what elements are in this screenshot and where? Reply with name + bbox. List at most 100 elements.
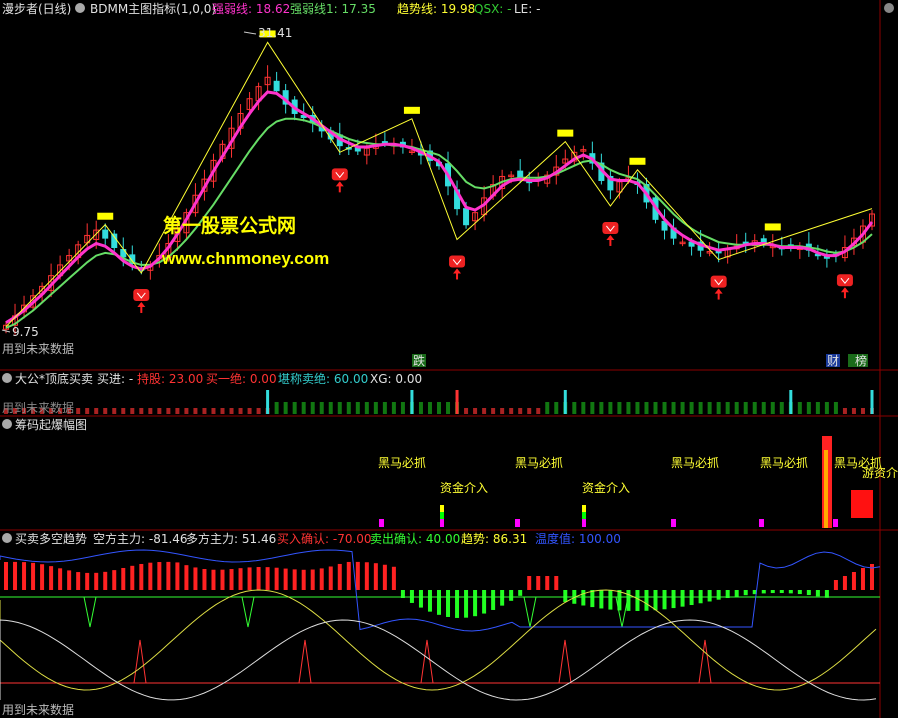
trend-bar [256,567,261,590]
hold-bar [85,408,90,414]
chip-bar [379,519,384,527]
indicator-settings-icon[interactable] [75,3,85,13]
trend-bar [842,576,847,590]
hold-bar [725,402,730,414]
hold-bar [761,402,766,414]
hold-bar [220,408,225,414]
funds-bar [440,519,444,527]
trend-line-value: 趋势线: 19.98 [397,2,475,16]
panel2-xg: XG: 0.00 [370,372,422,386]
hold-bar [283,402,288,414]
hot-money-label: 游资介入 [862,466,898,480]
hold-bar [770,402,775,414]
candle-body [273,80,280,92]
buy-arrowhead [714,288,723,294]
hold-bar [608,402,613,414]
hold-bar [247,408,252,414]
trend-bar [274,567,279,590]
chip-bar [515,519,520,527]
trend-bar [455,590,460,618]
trend-bar [103,571,108,590]
trend-bar [337,563,342,590]
buy-gem-icon [836,274,853,287]
trend-bar [328,566,333,590]
panel4-settings-icon[interactable] [2,533,12,543]
hold-bar [274,402,279,414]
hold-bar [328,402,333,414]
hold-bar [860,408,865,414]
panel2-name[interactable]: 大公*顶底买卖 [15,371,93,386]
trend-bar [220,569,225,590]
hold-bar [518,408,523,414]
trend-bar [437,590,441,615]
tag-die: 跌 [413,353,425,368]
panel3-settings-icon[interactable] [2,419,12,429]
trend-bar [527,576,532,590]
trend-bar [545,576,550,590]
panel3-name[interactable]: 筹码起爆幅图 [15,417,87,432]
trend-bar [409,590,414,603]
hold-bar [166,408,171,414]
funds-bar [582,512,586,519]
hold-bar [175,408,180,414]
hold-bar [509,408,514,414]
chip-bar [759,519,764,527]
buy-spike [558,639,572,684]
hold-bar [833,402,838,414]
trend-bar [491,590,496,610]
stock-name[interactable]: 漫步者(日线) [2,2,71,16]
indicator-name[interactable]: BDMM主图指标(1,0,0) [90,1,216,16]
trend-bar [518,590,523,596]
hold-bar [707,402,712,414]
hold-bar [482,408,487,414]
hold-bar [391,402,396,414]
hold-bar [689,402,694,414]
panel3-signals: 黑马必抓 黑马必抓 黑马必抓 黑马必抓 黑马必抓 资金介入 资金介入 游资介入 [378,436,898,528]
trend-bar [166,561,171,590]
trend-bar [49,566,54,590]
trend-bar [265,567,270,590]
hold-bar [626,402,631,414]
trend-bar [680,590,685,607]
hold-bar [671,402,676,414]
buy-arrowhead [137,301,146,307]
hold-bar [400,402,405,414]
hold-bar [130,408,135,414]
candle-body [102,229,109,239]
hold-bar [355,402,360,414]
panel4-name[interactable]: 买卖多空趋势 [15,532,87,546]
trend-bar [310,569,315,590]
hold-bar [527,408,532,414]
hold-bar [599,402,604,414]
trend-bar [473,590,478,617]
trend-bar [319,568,324,590]
hold-bar [437,402,441,414]
main-force-curve [0,619,877,701]
trend-bar [76,572,81,590]
trend-bar [644,590,649,611]
trend-bar [860,568,865,590]
trend-bar [22,562,27,590]
collapse-icon[interactable] [884,3,894,13]
trend-bar [797,590,802,595]
hold-bar [202,408,207,414]
hold-bar [373,402,378,414]
panel4-trend: 趋势: 86.31 [461,532,527,546]
trend-bar [536,576,541,590]
hold-bar [418,402,423,414]
hold-bar [500,408,505,414]
future-data-note-main: 用到未来数据 [2,341,74,356]
trend-bar [4,562,8,590]
hold-bar [815,402,820,414]
hold-bar [572,402,577,414]
buy-signal-bar [455,390,459,414]
panel2-settings-icon[interactable] [2,373,12,383]
panel4-sell-confirm: 卖出确认: 40.00 [370,532,460,546]
trend-bar [121,567,126,590]
trend-bar [779,590,784,594]
hold-bar [536,408,541,414]
hold-bar [653,402,658,414]
hold-bar [716,402,721,414]
funds-bar [582,519,586,527]
chip-bar [671,519,676,527]
